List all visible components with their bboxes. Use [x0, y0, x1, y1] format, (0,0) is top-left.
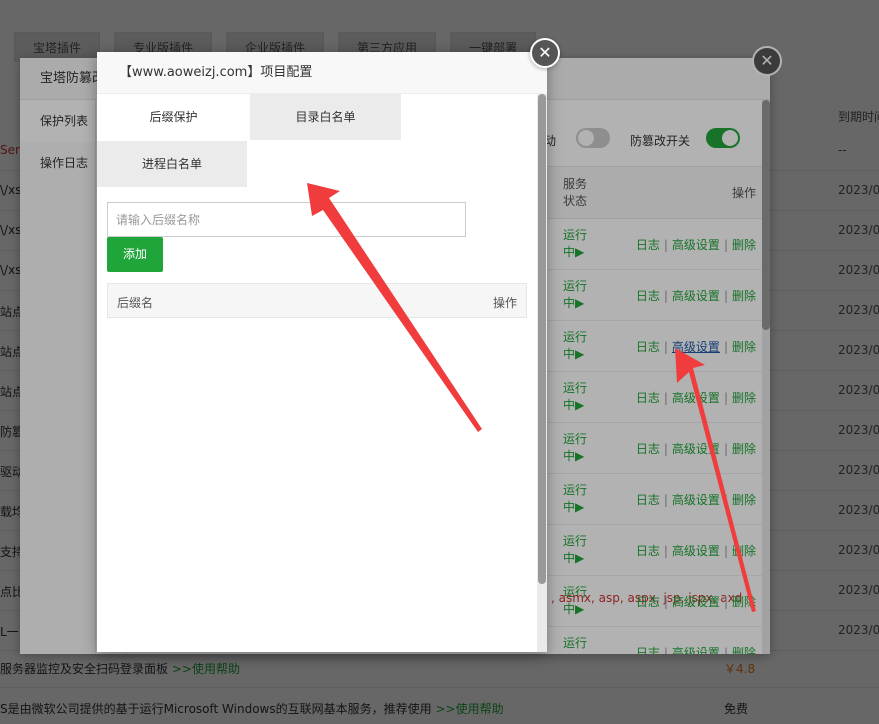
- add-button[interactable]: 添加: [107, 237, 163, 272]
- suffix-name-input[interactable]: [107, 202, 466, 237]
- dialog-title: 【www.aoweizj.com】项目配置: [97, 52, 547, 94]
- suffix-table-header: 后缀名 操作: [107, 283, 527, 318]
- tab-process-whitelist[interactable]: 进程白名单: [97, 141, 247, 187]
- project-config-dialog: 【www.aoweizj.com】项目配置 后缀保护 目录白名单 进程白名单 添…: [97, 52, 547, 652]
- dialog-scrollbar[interactable]: [537, 94, 547, 652]
- column-header-ops: 操作: [492, 296, 517, 310]
- column-header-suffix: 后缀名: [117, 296, 154, 310]
- tab-directory-whitelist[interactable]: 目录白名单: [250, 94, 401, 140]
- tab-suffix-protection[interactable]: 后缀保护: [97, 94, 250, 140]
- dialog-body: 添加 后缀名 操作: [107, 202, 527, 318]
- dialog-close-button[interactable]: ✕: [530, 38, 560, 68]
